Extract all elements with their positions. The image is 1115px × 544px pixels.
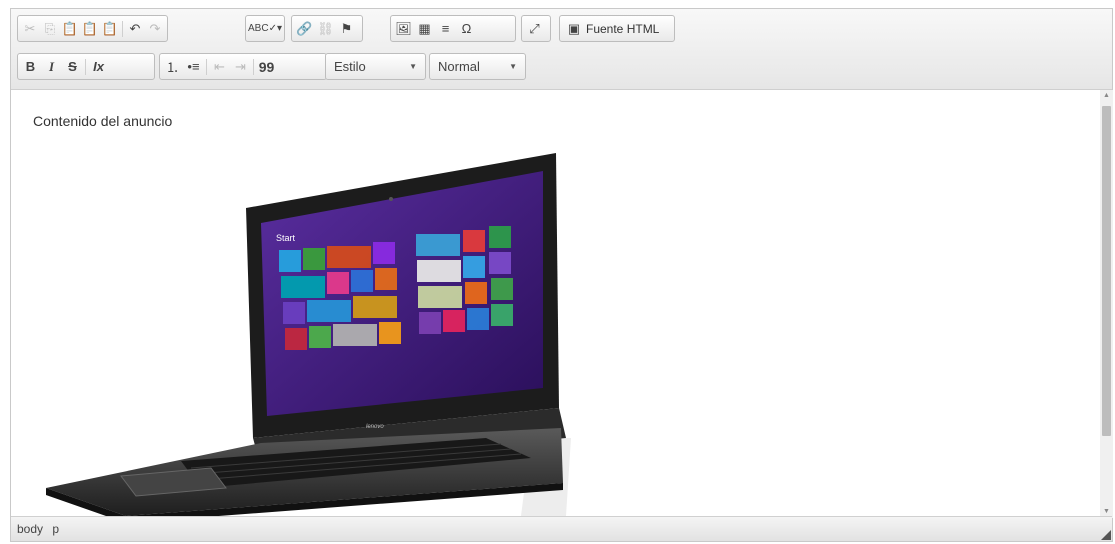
screen-start-text: Start <box>276 233 296 243</box>
copy-icon[interactable]: ⎘ <box>40 18 60 39</box>
italic-button[interactable]: I <box>41 56 62 77</box>
image-icon[interactable]: 🖼 <box>393 18 414 39</box>
strike-button[interactable]: S <box>62 56 83 77</box>
indent-icon[interactable]: ⇥ <box>230 56 251 77</box>
horizontal-rule-icon[interactable]: ≡ <box>435 18 456 39</box>
redo-icon[interactable]: ↷ <box>145 18 165 39</box>
editor-content[interactable]: Contenido del anuncio Start lenovo <box>11 90 1099 518</box>
undo-icon[interactable]: ↶ <box>125 18 145 39</box>
format-combo[interactable]: Normal ▼ <box>429 53 526 80</box>
element-path-body[interactable]: body <box>14 522 46 536</box>
numbered-list-icon[interactable]: ⒈ <box>162 56 183 77</box>
maximize-group: ⤢ <box>521 15 551 42</box>
source-button[interactable]: Fuente HTML <box>586 22 659 36</box>
bulleted-list-icon[interactable]: •≡ <box>183 56 204 77</box>
link-group: 🔗 ⛓ ⚑ <box>291 15 363 42</box>
spellcheck-group: ABC✓▾ <box>245 15 285 42</box>
basicstyles-group: B I S Ix <box>17 53 155 80</box>
chevron-down-icon: ▼ <box>409 62 417 71</box>
element-path-p[interactable]: p <box>49 522 62 536</box>
scroll-thumb[interactable] <box>1102 106 1111 436</box>
chevron-down-icon: ▼ <box>509 62 517 71</box>
unlink-icon[interactable]: ⛓ <box>315 18 336 39</box>
spellcheck-icon[interactable]: ABC✓▾ <box>248 18 282 39</box>
bold-button[interactable]: B <box>20 56 41 77</box>
source-icon: ▣ <box>567 20 581 36</box>
toolbar: ✂ ⎘ 📋 📋 📋 ↶ ↷ ABC✓▾ 🔗 ⛓ ⚑ 🖼 ▦ ≡ Ω ⤢ ▣ Fu… <box>11 9 1112 90</box>
maximize-icon[interactable]: ⤢ <box>524 18 545 39</box>
insert-group: 🖼 ▦ ≡ Ω <box>390 15 516 42</box>
paste-icon[interactable]: 📋 <box>60 18 80 39</box>
vertical-scrollbar[interactable]: ▲ ▼ <box>1100 90 1113 518</box>
rich-text-editor: ✂ ⎘ 📋 📋 📋 ↶ ↷ ABC✓▾ 🔗 ⛓ ⚑ 🖼 ▦ ≡ Ω ⤢ ▣ Fu… <box>10 8 1113 542</box>
separator <box>253 58 254 75</box>
status-bar: body p <box>11 516 1112 541</box>
paste-text-icon[interactable]: 📋 <box>80 18 100 39</box>
outdent-icon[interactable]: ⇤ <box>209 56 230 77</box>
laptop-image: Start lenovo <box>46 153 571 518</box>
remove-format-icon[interactable]: Ix <box>88 56 109 77</box>
content-paragraph: Contenido del anuncio <box>33 113 173 129</box>
format-combo-label: Normal <box>438 59 480 74</box>
paste-word-icon[interactable]: 📋 <box>100 18 120 39</box>
style-combo-label: Estilo <box>334 59 366 74</box>
resize-handle-icon[interactable] <box>1101 530 1111 540</box>
list-group: ⒈ •≡ ⇤ ⇥ 99 <box>159 53 327 80</box>
blockquote-button[interactable]: 99 <box>256 56 277 77</box>
separator <box>85 58 86 75</box>
table-icon[interactable]: ▦ <box>414 18 435 39</box>
cut-icon[interactable]: ✂ <box>20 18 40 39</box>
separator <box>206 58 207 75</box>
scroll-up-arrow-icon[interactable]: ▲ <box>1100 90 1113 102</box>
clipboard-group: ✂ ⎘ 📋 📋 📋 ↶ ↷ <box>17 15 168 42</box>
laptop-brand-text: lenovo <box>366 424 384 430</box>
link-icon[interactable]: 🔗 <box>294 18 315 39</box>
separator <box>122 20 123 37</box>
special-char-icon[interactable]: Ω <box>456 18 477 39</box>
anchor-flag-icon[interactable]: ⚑ <box>336 18 357 39</box>
style-combo[interactable]: Estilo ▼ <box>325 53 426 80</box>
source-group: ▣ Fuente HTML <box>559 15 675 42</box>
